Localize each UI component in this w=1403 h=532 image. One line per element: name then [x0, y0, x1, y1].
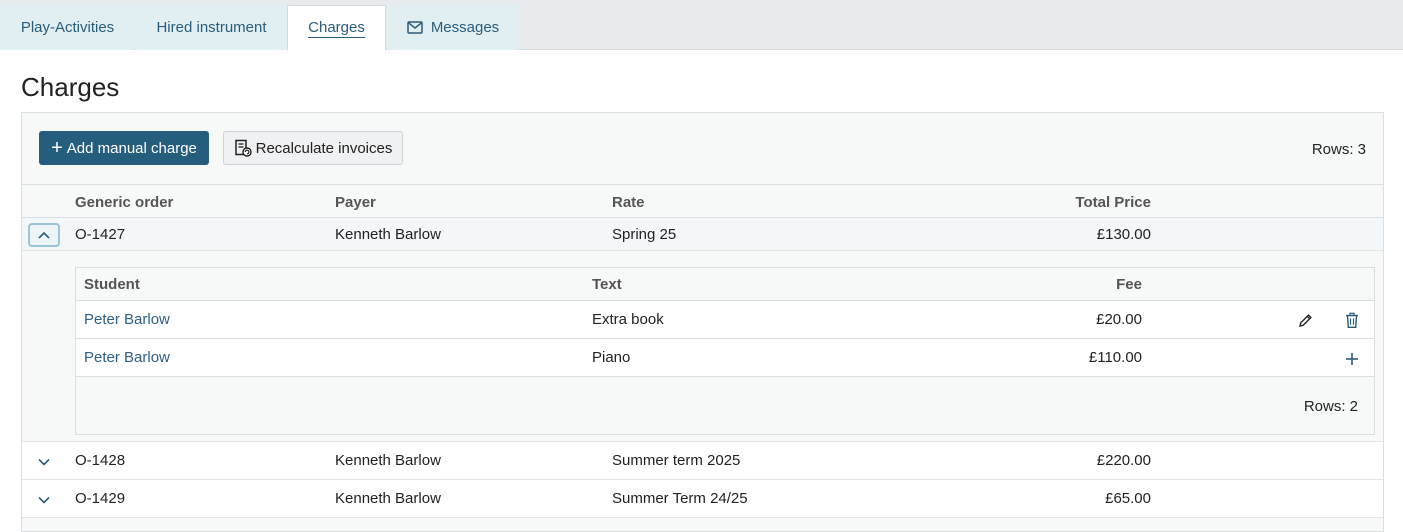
column-header-payer[interactable]: Payer: [335, 194, 376, 211]
charges-panel: + Add manual charge Recalculate invoices…: [21, 112, 1384, 532]
chevron-up-icon: [38, 231, 50, 239]
expand-row-button[interactable]: [28, 488, 60, 512]
detail-table-header: Student Text Fee: [76, 268, 1374, 301]
tab-messages[interactable]: Messages: [387, 5, 519, 50]
plus-icon[interactable]: [1342, 349, 1362, 369]
detail-rows-count: Rows: 2: [1303, 398, 1358, 415]
order-cell: O-1429: [75, 490, 126, 507]
charges-detail-table: Student Text Fee Peter Barlow Extra book…: [75, 267, 1375, 435]
total-cell: £130.00: [1096, 226, 1151, 243]
tab-label: Messages: [430, 19, 500, 36]
total-cell: £220.00: [1096, 452, 1151, 469]
detail-row: Peter Barlow Piano £110.00: [76, 339, 1374, 377]
student-link[interactable]: Peter Barlow: [84, 311, 170, 328]
student-link[interactable]: Peter Barlow: [84, 349, 170, 366]
table-header: Generic order Payer Rate Total Price: [22, 184, 1383, 218]
detail-row: Peter Barlow Extra book £20.00: [76, 301, 1374, 339]
page-title: Charges: [21, 72, 120, 102]
row-detail: Student Text Fee Peter Barlow Extra book…: [22, 251, 1383, 442]
payer-cell: Kenneth Barlow: [335, 490, 441, 507]
column-header-rate[interactable]: Rate: [612, 194, 645, 211]
tab-label: Charges: [308, 18, 365, 38]
text-cell: Piano: [592, 349, 631, 366]
recalculate-invoices-label: Recalculate invoices: [255, 139, 393, 157]
pencil-icon[interactable]: [1295, 310, 1315, 330]
trash-icon[interactable]: [1342, 310, 1362, 330]
tab-bar: Play-Activities Hired instrument Charges…: [0, 0, 1403, 51]
column-header-text[interactable]: Text: [592, 276, 622, 293]
column-header-student[interactable]: Student: [84, 276, 140, 293]
column-header-total-price[interactable]: Total Price: [1075, 194, 1151, 211]
rate-cell: Summer Term 24/25: [612, 490, 748, 507]
expand-row-button[interactable]: [28, 450, 60, 474]
tab-hired-instrument[interactable]: Hired instrument: [136, 5, 287, 50]
table-row[interactable]: O-1428 Kenneth Barlow Summer term 2025 £…: [22, 442, 1383, 480]
column-header-generic-order[interactable]: Generic order: [75, 194, 173, 211]
plus-icon: +: [51, 137, 63, 159]
tab-play-activities[interactable]: Play-Activities: [0, 5, 135, 50]
envelope-icon: [407, 21, 423, 34]
column-header-fee[interactable]: Fee: [1116, 276, 1142, 293]
table-row[interactable]: O-1429 Kenneth Barlow Summer Term 24/25 …: [22, 480, 1383, 518]
fee-cell: £20.00: [1096, 311, 1142, 328]
fee-cell: £110.00: [1088, 349, 1142, 366]
collapse-row-button[interactable]: [28, 223, 60, 247]
tab-label: Hired instrument: [156, 19, 267, 36]
total-cell: £65.00: [1105, 490, 1151, 507]
order-cell: O-1427: [75, 226, 126, 243]
tab-charges[interactable]: Charges: [287, 5, 386, 51]
add-manual-charge-button[interactable]: + Add manual charge: [39, 131, 209, 165]
rows-count: Rows: 3: [1311, 141, 1366, 158]
order-cell: O-1428: [75, 452, 126, 469]
text-cell: Extra book: [592, 311, 664, 328]
chevron-down-icon: [38, 458, 50, 466]
rate-cell: Summer term 2025: [612, 452, 741, 469]
chevron-down-icon: [38, 496, 50, 504]
table-row[interactable]: O-1427 Kenneth Barlow Spring 25 £130.00: [22, 218, 1383, 251]
invoice-refresh-icon: [234, 139, 252, 157]
payer-cell: Kenneth Barlow: [335, 452, 441, 469]
add-manual-charge-label: Add manual charge: [66, 139, 197, 157]
tab-label: Play-Activities: [20, 19, 115, 36]
rate-cell: Spring 25: [612, 226, 677, 243]
payer-cell: Kenneth Barlow: [335, 226, 441, 243]
recalculate-invoices-button[interactable]: Recalculate invoices: [223, 131, 403, 165]
